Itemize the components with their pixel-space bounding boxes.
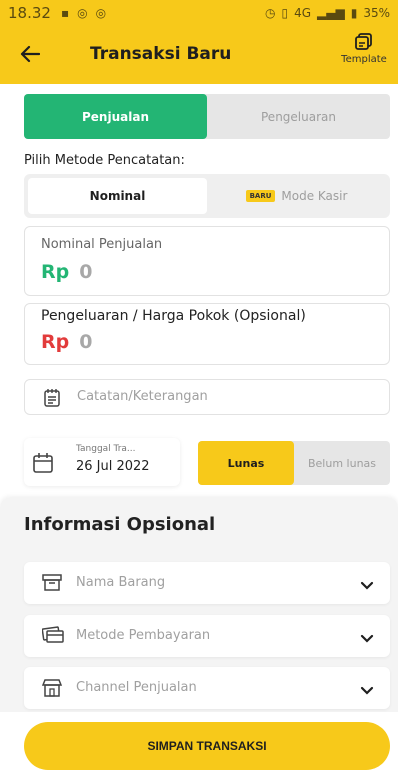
metode-mode-kasir[interactable]: BARU Mode Kasir (207, 178, 386, 214)
signal-icon: ▂▄▆ (317, 6, 345, 20)
instagram-icon: ◎ (95, 6, 107, 20)
nominal-penjualan-field[interactable]: Nominal Penjualan Rp 0 (24, 226, 390, 296)
alarm-icon: ◷ (265, 6, 276, 20)
template-button[interactable]: Template (338, 32, 390, 65)
template-label: Template (341, 54, 387, 65)
metode-nominal[interactable]: Nominal (28, 178, 207, 214)
store-icon (41, 678, 63, 702)
tab-penjualan[interactable]: Penjualan (24, 94, 207, 139)
notepad-icon (43, 388, 61, 412)
page-title: Transaksi Baru (90, 44, 232, 64)
arrow-left-icon (20, 45, 40, 63)
chevron-down-icon (360, 629, 374, 648)
nama-barang-dropdown[interactable]: Nama Barang (24, 562, 390, 604)
battery-level: 35% (363, 6, 390, 20)
harga-pokok-label: Pengeluaran / Harga Pokok (Opsional) (41, 308, 306, 324)
nama-barang-label: Nama Barang (76, 575, 166, 590)
metode-mode-kasir-label: Mode Kasir (281, 189, 348, 203)
payment-status-toggle: Lunas Belum lunas (198, 441, 390, 485)
vibrate-icon: ▯ (281, 6, 289, 20)
catatan-input[interactable]: Catatan/Keterangan (24, 379, 390, 415)
transaction-type-tabs: Penjualan Pengeluaran (24, 94, 390, 139)
instagram-icon: ◎ (77, 6, 88, 20)
chevron-down-icon (360, 576, 374, 595)
status-belum-lunas[interactable]: Belum lunas (294, 441, 390, 485)
harga-pokok-currency: Rp (41, 331, 70, 353)
optional-info-heading: Informasi Opsional (24, 514, 216, 535)
bottom-bar: SIMPAN TRANSAKSI (0, 712, 398, 783)
status-bar: 18.32 ▪ ◎ ◎ ◷ ▯ 4G ▂▄▆ ▮ 35% (0, 0, 398, 26)
nominal-penjualan-label: Nominal Penjualan (41, 237, 163, 252)
metode-pembayaran-label: Metode Pembayaran (76, 628, 211, 643)
form-section: Penjualan Pengeluaran Pilih Metode Penca… (0, 84, 398, 498)
tanggal-picker[interactable]: Tanggal Tra... 26 Jul 2022 (24, 438, 180, 486)
tab-pengeluaran[interactable]: Pengeluaran (207, 94, 390, 139)
tanggal-label: Tanggal Tra... (76, 444, 136, 454)
metode-pembayaran-dropdown[interactable]: Metode Pembayaran (24, 615, 390, 657)
channel-penjualan-label: Channel Penjualan (76, 680, 197, 695)
message-icon: ▪ (60, 6, 70, 20)
nominal-penjualan-value: 0 (79, 261, 93, 283)
network-type: 4G (294, 6, 312, 20)
card-icon (41, 626, 64, 648)
tanggal-value: 26 Jul 2022 (76, 459, 150, 474)
new-badge: BARU (245, 190, 276, 202)
harga-pokok-field[interactable]: Pengeluaran / Harga Pokok (Opsional) Rp 0 (24, 303, 390, 365)
battery-icon: ▮ (350, 6, 358, 20)
app-bar: Transaksi Baru Template (0, 26, 398, 84)
metode-label: Pilih Metode Pencatatan: (24, 153, 185, 168)
catatan-placeholder: Catatan/Keterangan (77, 389, 208, 404)
calendar-icon (32, 452, 54, 478)
nominal-currency: Rp (41, 261, 70, 283)
optional-info-section: Informasi Opsional Nama Barang Metode Pe… (0, 498, 398, 712)
back-button[interactable] (16, 40, 44, 68)
box-icon (42, 573, 62, 595)
template-icon (355, 33, 372, 50)
harga-pokok-value: 0 (79, 331, 93, 353)
channel-penjualan-dropdown[interactable]: Channel Penjualan (24, 667, 390, 709)
metode-toggle: Nominal BARU Mode Kasir (24, 174, 390, 218)
simpan-transaksi-button[interactable]: SIMPAN TRANSAKSI (24, 722, 390, 770)
status-lunas[interactable]: Lunas (198, 441, 294, 485)
status-time: 18.32 (8, 4, 51, 22)
chevron-down-icon (360, 681, 374, 700)
